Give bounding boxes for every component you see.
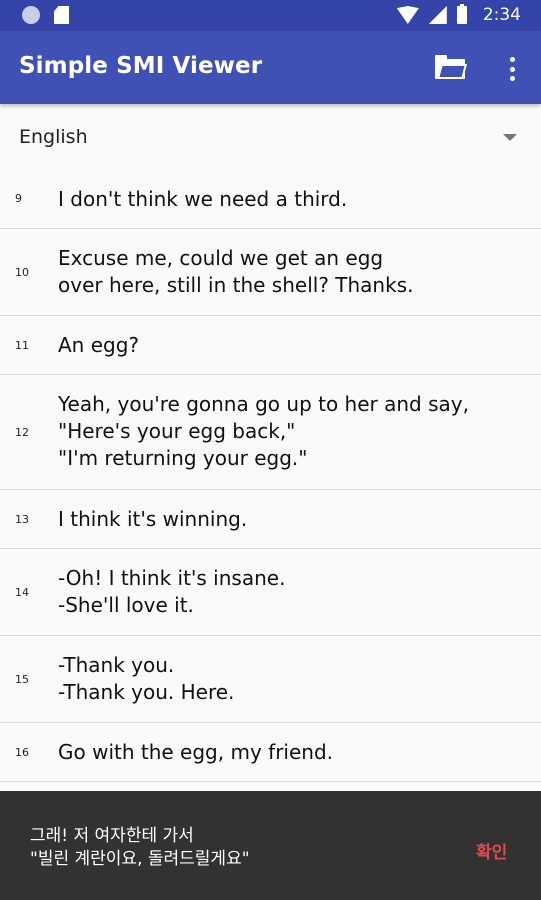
subtitle-text: I think it's winning. (58, 507, 248, 531)
subtitle-list: 9 I don't think we need a third. 10 Excu… (0, 170, 541, 782)
subtitle-index: 10 (15, 266, 29, 279)
sd-card-icon (54, 6, 69, 24)
subtitle-row[interactable]: 16 Go with the egg, my friend. (0, 723, 541, 782)
language-selected-label: English (19, 126, 88, 148)
status-bar: 2:34 (0, 0, 541, 31)
subtitle-index: 16 (15, 746, 29, 759)
subtitle-text: -Thank you. -Thank you. Here. (58, 653, 235, 704)
subtitle-text: -Oh! I think it's insane. -She'll love i… (58, 566, 286, 617)
subtitle-index: 13 (15, 513, 29, 526)
app-bar: Simple SMI Viewer (0, 31, 541, 104)
subtitle-row[interactable]: 13 I think it's winning. (0, 490, 541, 549)
status-time: 2:34 (482, 5, 521, 25)
snackbar-confirm-button[interactable]: 확인 (476, 838, 507, 863)
cell-signal-icon (428, 6, 447, 24)
subtitle-text: Yeah, you're gonna go up to her and say,… (58, 392, 469, 470)
language-dropdown[interactable]: English (0, 104, 541, 170)
subtitle-text: An egg? (58, 333, 140, 357)
notification-dot-icon (22, 6, 40, 24)
subtitle-index: 15 (15, 673, 29, 686)
subtitle-index: 9 (15, 192, 22, 205)
subtitle-index: 14 (15, 586, 29, 599)
subtitle-text: Go with the egg, my friend. (58, 740, 333, 764)
more-vert-icon (509, 57, 515, 62)
subtitle-index: 12 (15, 426, 29, 439)
subtitle-row[interactable]: 11 An egg? (0, 316, 541, 375)
subtitle-text: I don't think we need a third. (58, 187, 348, 211)
snackbar: 그래! 저 여자한테 가서 "빌린 계란이요, 돌려드릴게요" 확인 (0, 791, 541, 900)
battery-icon (456, 4, 467, 24)
wifi-icon (396, 6, 419, 24)
subtitle-row[interactable]: 10 Excuse me, could we get an egg over h… (0, 229, 541, 316)
snackbar-message: 그래! 저 여자한테 가서 "빌린 계란이요, 돌려드릴게요" (30, 826, 250, 869)
overflow-menu-button[interactable] (502, 55, 522, 83)
app-title: Simple SMI Viewer (19, 53, 263, 79)
subtitle-row[interactable]: 15 -Thank you. -Thank you. Here. (0, 636, 541, 723)
subtitle-index: 11 (15, 339, 29, 352)
dropdown-arrow-icon (503, 134, 517, 141)
subtitle-row[interactable]: 9 I don't think we need a third. (0, 170, 541, 229)
open-folder-button[interactable] (433, 53, 469, 83)
subtitle-row[interactable]: 12 Yeah, you're gonna go up to her and s… (0, 375, 541, 490)
subtitle-row[interactable]: 14 -Oh! I think it's insane. -She'll lov… (0, 549, 541, 636)
subtitle-text: Excuse me, could we get an egg over here… (58, 246, 414, 297)
